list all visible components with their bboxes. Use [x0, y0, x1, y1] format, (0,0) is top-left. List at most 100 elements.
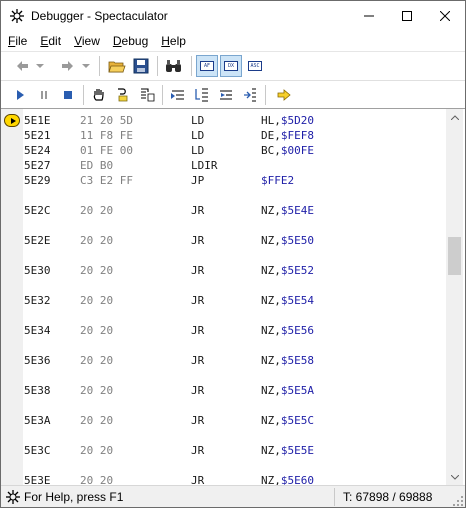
stop-button[interactable]	[57, 84, 79, 106]
disassembly-row[interactable]: 5E24 01 FE 00 LD BC,$00FE	[1, 143, 445, 158]
row-mnemonic: JR	[191, 384, 205, 397]
row-address: 5E32	[24, 294, 51, 307]
scroll-up-button[interactable]	[446, 109, 463, 126]
scrollbar-thumb[interactable]	[448, 237, 461, 275]
menu-file[interactable]: File	[1, 31, 33, 51]
registers-af-button[interactable]: AF	[196, 55, 218, 77]
row-bytes: 01 FE 00	[80, 144, 133, 157]
trace-button[interactable]	[239, 84, 261, 106]
row-mnemonic: JR	[191, 234, 205, 247]
row-bytes: 20 20	[80, 294, 114, 307]
row-address: 5E38	[24, 384, 51, 397]
disassembly-row[interactable]: 5E3A 20 20 JR NZ,$5E5C	[1, 413, 445, 428]
stop-icon	[64, 91, 72, 99]
row-bytes: ED B0	[80, 159, 114, 172]
back-dropdown-button[interactable]	[33, 55, 47, 77]
row-mnemonic: JR	[191, 264, 205, 277]
disassembly-row[interactable]: 5E34 20 20 JR NZ,$5E56	[1, 323, 445, 338]
jump-to-pc-button[interactable]	[273, 84, 295, 106]
minimize-button[interactable]	[349, 1, 389, 31]
step-into-button[interactable]	[112, 84, 134, 106]
row-operand: DE,$FEF8	[261, 128, 314, 143]
disassembly-row[interactable]: 5E38 20 20 JR NZ,$5E5A	[1, 383, 445, 398]
registers-asc-button[interactable]: ASC	[244, 55, 266, 77]
close-button[interactable]	[425, 1, 465, 31]
disassembly-row[interactable]: 5E27 ED B0 LDIR	[1, 158, 445, 173]
step-over-button[interactable]	[136, 84, 158, 106]
menu-edit[interactable]: Edit	[33, 31, 67, 51]
row-operand: NZ,$5E52	[261, 263, 314, 278]
pause-button[interactable]	[33, 84, 55, 106]
row-operand-value: $5E4E	[280, 204, 314, 217]
row-bytes: 11 F8 FE	[80, 129, 133, 142]
row-address: 5E29	[24, 174, 51, 187]
disassembly-row[interactable]: 5E2E 20 20 JR NZ,$5E50	[1, 233, 445, 248]
row-operand-value: $5E60	[280, 474, 314, 485]
row-operand-value: $5E5E	[280, 444, 314, 457]
row-address: 5E3C	[24, 444, 51, 457]
step-out-button[interactable]	[191, 84, 213, 106]
row-mnemonic: JR	[191, 354, 205, 367]
disassembly-row[interactable]: 5E3E 20 20 JR NZ,$5E60	[1, 473, 445, 485]
debugger-window: Debugger - Spectaculator File Edit View …	[0, 0, 466, 508]
disassembly-row[interactable]: 5E21 11 F8 FE LD DE,$FEF8	[1, 128, 445, 143]
row-operand: NZ,$5E4E	[261, 203, 314, 218]
maximize-button[interactable]	[387, 1, 427, 31]
resize-grip-icon[interactable]	[453, 496, 463, 506]
row-address: 5E21	[24, 129, 51, 142]
menu-file-label: ile	[15, 34, 28, 48]
run-button[interactable]	[9, 84, 31, 106]
row-address: 5E34	[24, 324, 51, 337]
registers-dx-icon: DX	[224, 61, 238, 71]
back-button[interactable]	[11, 55, 33, 77]
find-button[interactable]	[163, 55, 185, 77]
spectaculator-status-icon	[6, 490, 20, 504]
save-button[interactable]	[130, 55, 152, 77]
row-address: 5E24	[24, 144, 51, 157]
menu-view-accel: V	[74, 34, 82, 48]
menu-view[interactable]: View	[67, 31, 106, 51]
row-operand-register: NZ,	[261, 264, 281, 277]
row-address: 5E30	[24, 264, 51, 277]
run-to-cursor-button[interactable]	[167, 84, 189, 106]
row-operand-register: NZ,	[261, 234, 281, 247]
run-to-cursor-icon	[171, 90, 184, 100]
open-button[interactable]	[106, 55, 128, 77]
disassembly-view[interactable]: 5E1E 21 20 5D LD HL,$5D20 5E21 11 F8 FE LD DE,$…	[1, 108, 465, 485]
scroll-down-button[interactable]	[446, 469, 463, 485]
disassembly-row[interactable]: 5E2C 20 20 JR NZ,$5E4E	[1, 203, 445, 218]
row-operand: NZ,$5E5C	[261, 413, 314, 428]
row-operand-register: NZ,	[261, 204, 281, 217]
row-mnemonic: JR	[191, 204, 205, 217]
menu-help[interactable]: Help	[154, 31, 192, 51]
row-mnemonic: LD	[191, 144, 205, 157]
toolbar-separator	[162, 85, 163, 105]
row-operand-value: $5E52	[280, 264, 314, 277]
row-address: 5E27	[24, 159, 51, 172]
row-bytes: 20 20	[80, 354, 114, 367]
forward-dropdown-button[interactable]	[79, 55, 93, 77]
row-bytes: 20 20	[80, 474, 114, 485]
disassembly-row[interactable]: 5E1E 21 20 5D LD HL,$5D20	[1, 113, 445, 128]
disassembly-row[interactable]: 5E30 20 20 JR NZ,$5E52	[1, 263, 445, 278]
registers-asc-icon: ASC	[248, 61, 262, 71]
disassembly-row[interactable]: 5E3C 20 20 JR NZ,$5E5E	[1, 443, 445, 458]
row-operand-register: NZ,	[261, 324, 281, 337]
row-mnemonic: JR	[191, 444, 205, 457]
hand-button[interactable]	[88, 84, 110, 106]
disassembly-row[interactable]: 5E32 20 20 JR NZ,$5E54	[1, 293, 445, 308]
title-bar[interactable]: Debugger - Spectaculator	[1, 1, 465, 31]
row-operand: NZ,$5E5A	[261, 383, 314, 398]
disassembly-row[interactable]: 5E29 C3 E2 FF JP $FFE2	[1, 173, 445, 188]
row-operand: $FFE2	[261, 173, 294, 188]
row-operand-register: DE,	[261, 129, 281, 142]
row-operand: NZ,$5E60	[261, 473, 314, 485]
toggle-breakpoint-button[interactable]	[215, 84, 237, 106]
chevron-up-icon	[450, 115, 459, 120]
vertical-scrollbar[interactable]	[446, 109, 463, 485]
disassembly-row[interactable]: 5E36 20 20 JR NZ,$5E58	[1, 353, 445, 368]
row-operand-register: NZ,	[261, 354, 281, 367]
forward-button[interactable]	[57, 55, 79, 77]
menu-debug[interactable]: Debug	[106, 31, 154, 51]
registers-dx-button[interactable]: DX	[220, 55, 242, 77]
